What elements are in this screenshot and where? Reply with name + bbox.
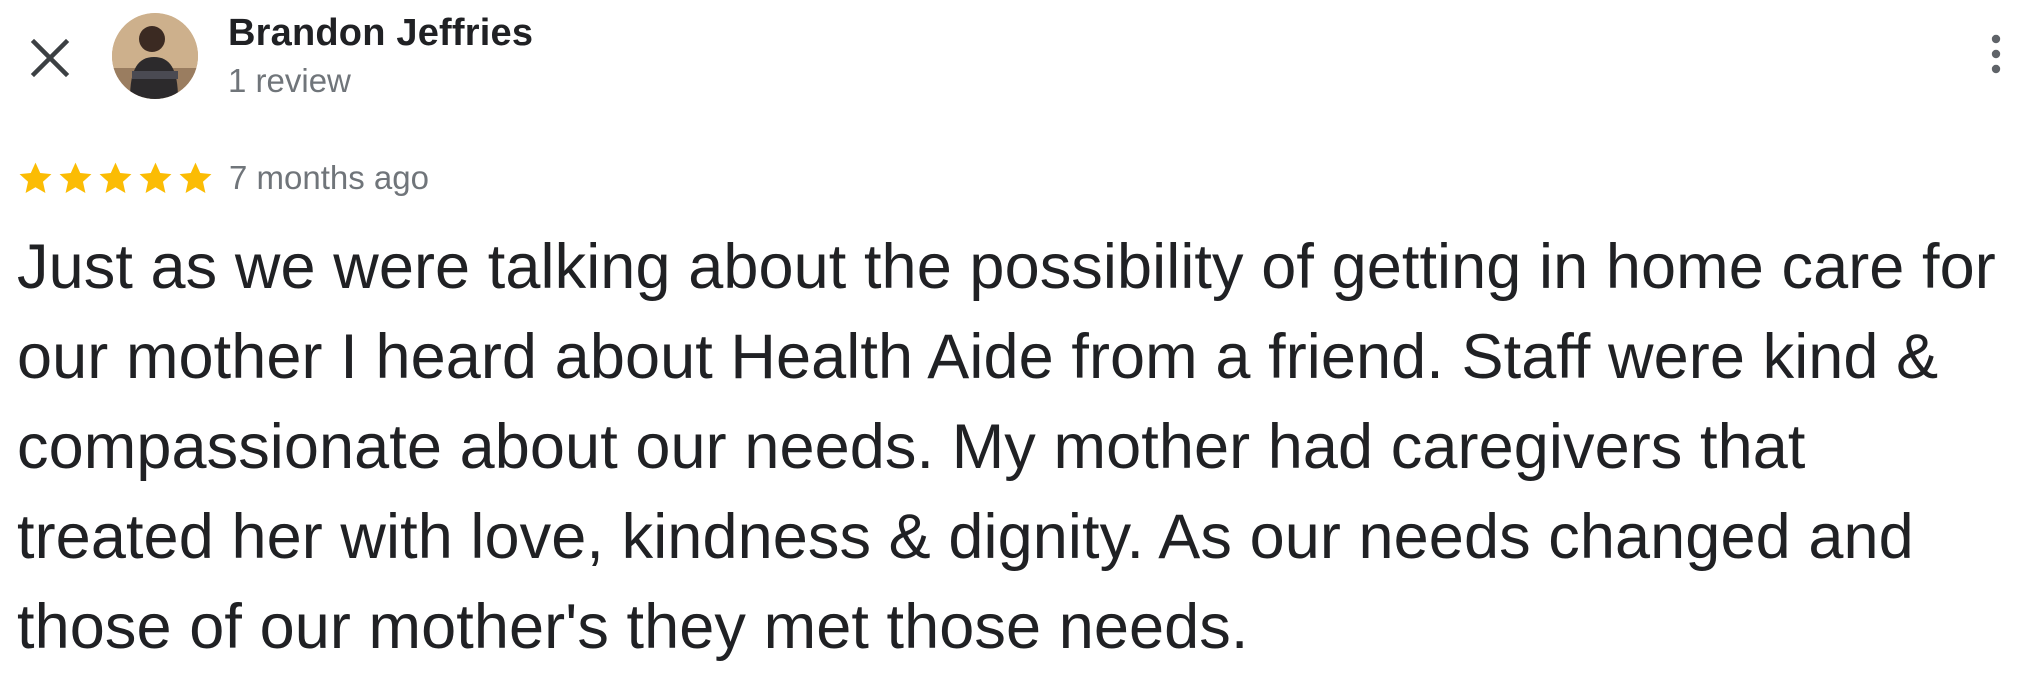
rating-row: 7 months ago <box>16 156 429 200</box>
reviewer-name[interactable]: Brandon Jeffries <box>228 12 533 55</box>
avatar[interactable] <box>112 13 198 99</box>
star-icon <box>59 162 92 193</box>
review-text: Just as we were talking about the possib… <box>17 232 1996 662</box>
star-icon <box>179 162 212 193</box>
star-rating <box>16 159 215 198</box>
review-count: 1 review <box>228 62 351 99</box>
star-icon <box>99 162 132 193</box>
star-icon <box>139 162 172 193</box>
close-icon <box>30 38 70 78</box>
close-button[interactable] <box>22 30 78 86</box>
review-time: 7 months ago <box>229 159 429 196</box>
star-icon <box>19 162 52 193</box>
more-vert-icon <box>1991 34 2001 74</box>
avatar-photo <box>112 13 198 99</box>
more-options-button[interactable] <box>1978 30 2014 78</box>
